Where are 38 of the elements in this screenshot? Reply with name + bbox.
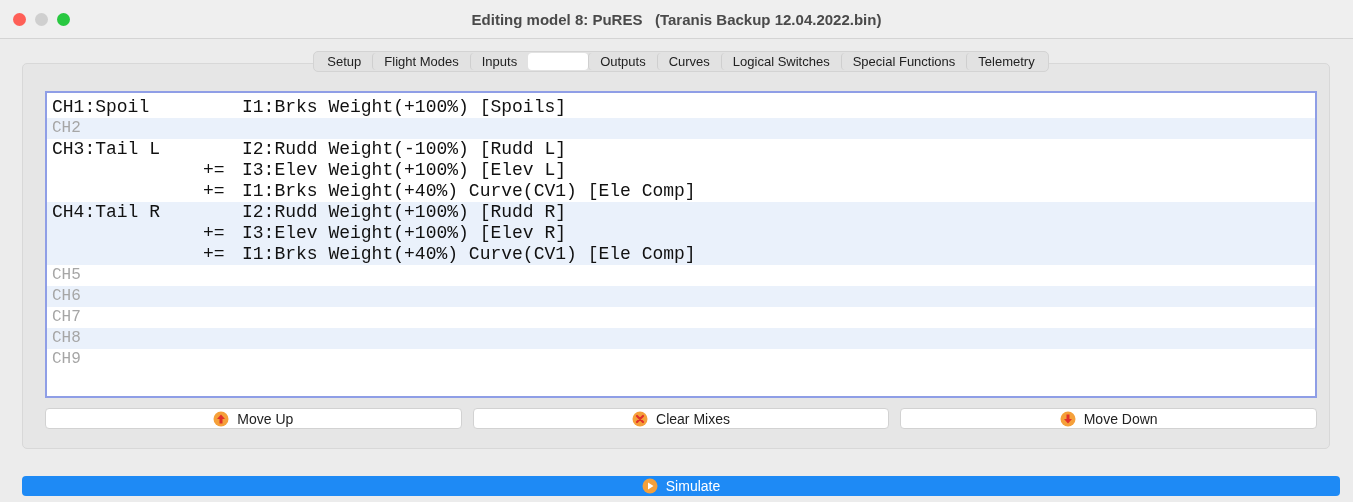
channel-name: CH7 — [52, 307, 82, 328]
mix-line: I1:Brks Weight(+40%) Curve(CV1) [Ele Comp] — [242, 181, 697, 202]
channel-name: CH4:Tail R — [52, 202, 162, 223]
channel-name: CH9 — [52, 349, 82, 370]
move-up-button[interactable]: Move Up — [45, 408, 462, 429]
clear-icon — [632, 410, 649, 427]
channel-name: CH5 — [52, 265, 82, 286]
clear-mixes-button[interactable]: Clear Mixes — [472, 408, 890, 429]
mix-operator: += — [203, 181, 226, 202]
mix-operator: += — [203, 160, 226, 181]
channel-name: CH1:Spoil — [52, 97, 151, 118]
mix-line: I1:Brks Weight(+40%) Curve(CV1) [Ele Comp] — [242, 244, 697, 265]
mix-operator: += — [203, 244, 226, 265]
tab[interactable]: Telemetry — [966, 53, 1046, 70]
mix-line: I3:Elev Weight(+100%) [Elev R] — [242, 223, 568, 244]
mix-line: I3:Elev Weight(+100%) [Elev L] — [242, 160, 568, 181]
mix-line: I2:Rudd Weight(+100%) [Rudd R] — [242, 202, 568, 223]
tab[interactable]: Special Functions — [840, 53, 967, 70]
channel-name: CH8 — [52, 328, 82, 349]
tab[interactable]: Outputs — [588, 53, 657, 70]
minimize-button[interactable] — [35, 12, 48, 26]
mix-operator: += — [203, 223, 226, 244]
tab[interactable]: Setup — [316, 53, 373, 70]
move-down-button[interactable]: Move Down — [900, 408, 1317, 429]
tab[interactable]: Curves — [656, 53, 721, 70]
close-button[interactable] — [13, 12, 26, 26]
tab[interactable]: Logical Switches — [720, 53, 841, 70]
channel-name: CH6 — [52, 286, 82, 307]
mix-row[interactable]: CH4:Tail R I2:Rudd Weight(+100%) [Rudd R] += I3:Elev Weight(+100%) [Elev R] += I1:Brks Weight(+40%) Curve(CV1) [Ele Comp] — [47, 202, 1315, 265]
mix-line: I2:Rudd Weight(-100%) [Rudd L] — [242, 139, 568, 160]
channel-name: CH2 — [52, 118, 82, 139]
mix-line: I1:Brks Weight(+100%) [Spoils] — [242, 97, 568, 118]
channel-name: CH3:Tail L — [52, 139, 162, 160]
play-icon — [641, 478, 658, 494]
zoom-button[interactable] — [57, 12, 70, 26]
tab[interactable]: Flight Modes — [372, 53, 470, 70]
window-title: Editing model 8: PuRES (Taranis Backup 12.04.2022.bin) — [471, 10, 882, 28]
tab[interactable] — [528, 53, 589, 70]
